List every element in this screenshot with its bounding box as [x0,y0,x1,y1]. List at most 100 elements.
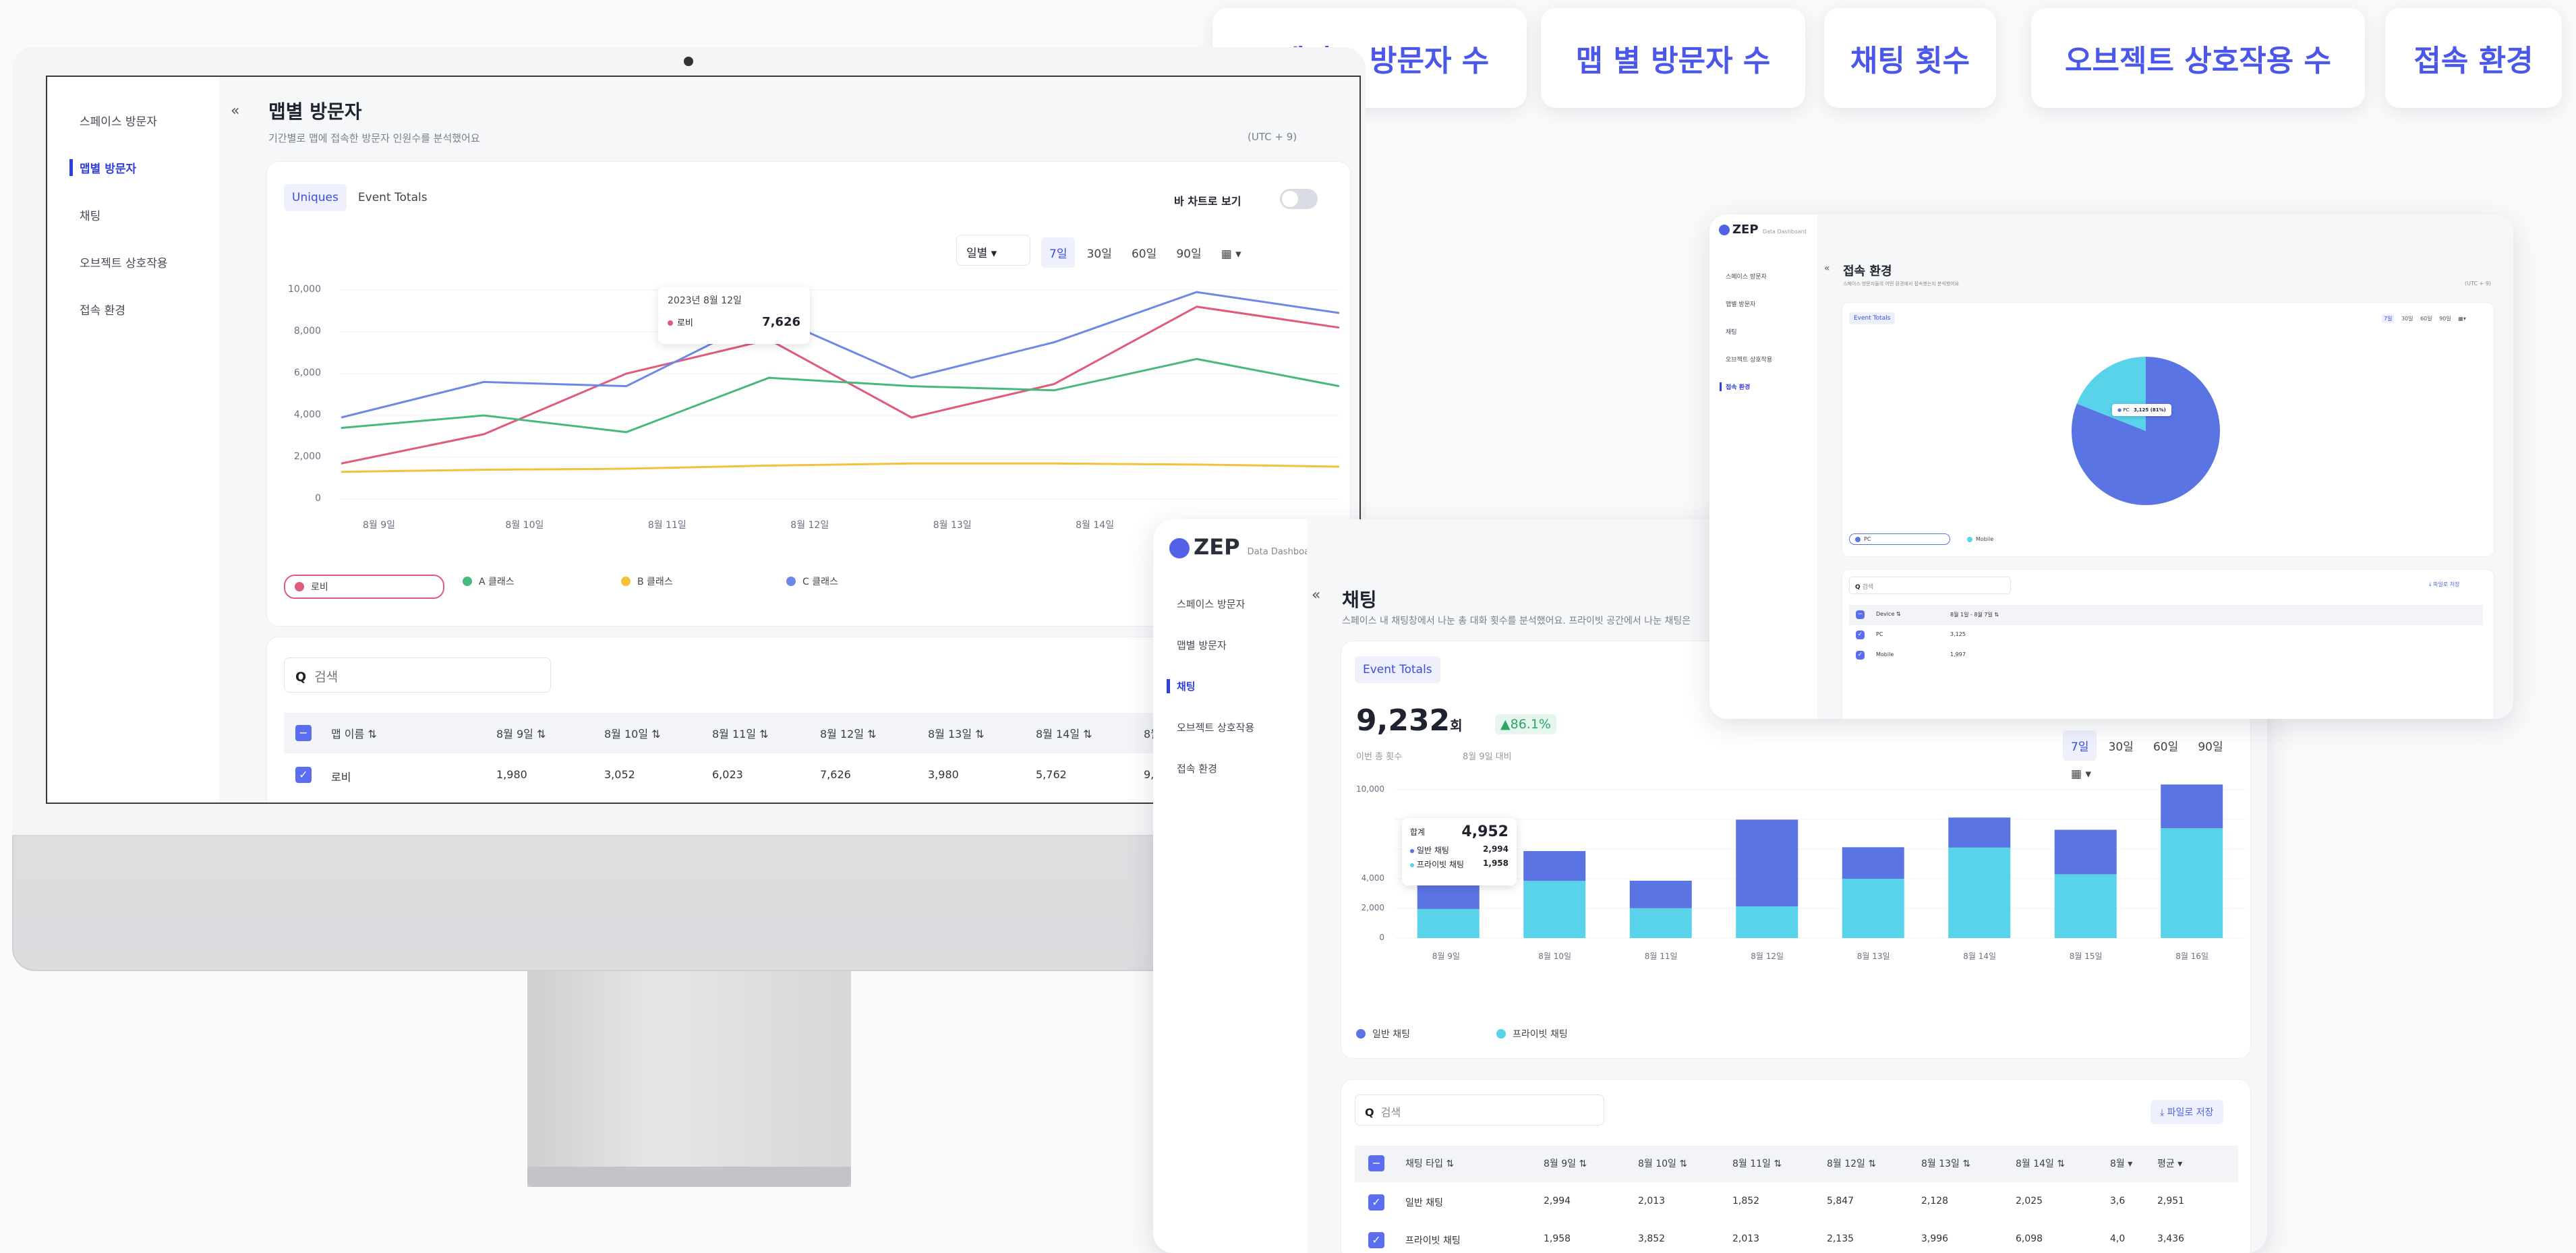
range-tabs[interactable]: 7일 30일 60일 90일 ▦▾ [2382,314,2466,323]
sidebar-item-chat[interactable]: 채팅 [1726,327,1772,336]
search-input[interactable]: Q 검색 [1355,1095,1604,1126]
select-all-checkbox[interactable]: − [295,725,312,741]
legend-general-chat[interactable]: 일반 채팅 [1356,1027,1410,1041]
collapse-icon[interactable]: « [1312,587,1320,604]
legend-b-class[interactable]: B 클래스 [621,575,673,588]
search-input[interactable]: Q 검색 [1849,577,2011,594]
bar-general [2161,784,2223,829]
timezone-label: (UTC + 9) [1248,131,1297,143]
x-tick-label: 8월 12일 [790,520,829,531]
table-cell: 6,098 [2016,1233,2043,1244]
y-tick-label: 10,000 [288,284,321,295]
row-checkbox[interactable]: − [1856,610,1865,619]
legend-a-class[interactable]: A 클래스 [463,575,515,588]
tab-uniques[interactable]: Uniques [284,184,347,211]
tooltip-value: 7,626 [762,315,800,329]
column-header[interactable]: 8월 10일 ⇅ [1638,1157,1687,1170]
table-cell: 3,436 [2157,1233,2185,1244]
column-header[interactable]: 맵 이름 ⇅ [331,725,377,741]
legend-dot [295,582,304,591]
row-checkbox[interactable]: ✓ [1368,1194,1384,1211]
table-cell: 5,762 [1036,768,1067,781]
row-checkbox[interactable]: ✓ [295,767,312,783]
sidebar-item-object-interaction[interactable]: 오브젝트 상호작용 [1726,355,1772,363]
range-60d[interactable]: 60일 [1123,237,1165,268]
table-cell: 프라이빗 채팅 [1405,1235,1461,1246]
range-30d[interactable]: 30일 [1079,237,1120,268]
env-subtitle: 스페이스 방문자들의 어떤 환경에서 접속했는지 분석했어요 [1843,281,1960,287]
sidebar-item-map-visitors[interactable]: 맵별 방문자 [1177,638,1254,652]
sidebar-item-access-env[interactable]: 접속 환경 [1177,761,1254,776]
series-line-1 [341,357,1340,434]
sidebar-item-map-visitors[interactable]: 맵별 방문자 [1726,299,1772,308]
zep-logo: ZEP Data Dashboard [1719,223,1807,237]
pill-map-visitors[interactable]: 맵 별 방문자 수 [1541,8,1805,108]
collapse-icon[interactable]: « [1824,263,1830,274]
column-header[interactable]: 8월 9일 ⇅ [1544,1157,1587,1170]
chart-tooltip: 2023년 8월 12일 로비 7,626 [658,287,810,344]
tooltip-series: 로비 [677,318,693,328]
column-header[interactable]: 채팅 타입 ⇅ [1405,1157,1454,1170]
row-checkbox[interactable]: ✓ [1856,631,1865,639]
column-header[interactable]: 8월 10일 ⇅ [604,725,661,741]
sidebar-item-chat[interactable]: 채팅 [1167,679,1254,693]
pill-chat-count[interactable]: 채팅 횟수 [1824,8,1996,108]
select-all-checkbox[interactable]: − [1368,1155,1384,1171]
pill-access-env[interactable]: 접속 환경 [2385,8,2562,108]
tab-event-totals[interactable]: Event Totals [1355,656,1440,683]
legend-private-chat[interactable]: 프라이빗 채팅 [1496,1027,1568,1041]
bar-chart-toggle[interactable] [1280,189,1318,209]
download-button[interactable]: ⤓ 파일로 저장 [2150,1100,2223,1124]
column-header[interactable]: 8월 14일 ⇅ [2016,1157,2065,1170]
pill-object-interactions[interactable]: 오브젝트 상호작용 수 [2031,8,2365,108]
sidebar-item-access-env[interactable]: 접속 환경 [1720,382,1772,391]
column-header[interactable]: 8월 9일 ⇅ [496,725,546,741]
row-checkbox[interactable]: ✓ [1368,1232,1384,1248]
legend-mobile[interactable]: Mobile [1967,536,1993,542]
table-cell: 2,135 [1827,1233,1854,1244]
tab-event-totals[interactable]: Event Totals [350,184,436,211]
range-7d[interactable]: 7일 [2063,730,2097,761]
table-cell: 8월 1일 - 8월 7일 ⇅ [1950,612,1999,618]
bar-general [2054,829,2117,875]
row-checkbox[interactable]: ✓ [1856,651,1865,660]
range-7d[interactable]: 7일 [1041,237,1076,268]
bar-private [1842,879,1904,938]
bar-private [1417,908,1480,938]
column-header[interactable]: 평균 ▾ [2157,1157,2182,1170]
period-select[interactable]: 일별 ▾ [956,235,1030,266]
range-90d[interactable]: 90일 [2190,730,2231,761]
search-input[interactable]: Q 검색 [284,658,551,693]
column-header[interactable]: 8월 11일 ⇅ [1732,1157,1782,1170]
bar-private [1736,906,1798,938]
y-tick-label: 4,000 [1361,873,1384,883]
sidebar-item-space-visitors[interactable]: 스페이스 방문자 [1177,597,1254,611]
column-header[interactable]: 8월 12일 ⇅ [1827,1157,1876,1170]
legend-lobby[interactable]: 로비 [284,575,444,599]
sidebar-item-object-interaction[interactable]: 오브젝트 상호작용 [1177,720,1254,734]
y-tick-label: 2,000 [293,451,321,462]
tab-event-totals[interactable]: Event Totals [1849,312,1896,324]
collapse-icon[interactable]: « [231,103,239,119]
range-30d[interactable]: 30일 [2101,730,2142,761]
legend-c-class[interactable]: C 클래스 [786,575,838,588]
sidebar-item-space-visitors[interactable]: 스페이스 방문자 [1726,272,1772,281]
chat-subtitle: 스페이스 내 채팅창에서 나눈 총 대화 횟수를 분석했어요. 프라이빗 공간에… [1342,616,1691,626]
column-header[interactable]: 8월 ▾ [2110,1157,2132,1170]
pie-chart [2072,357,2220,505]
column-header[interactable]: 8월 14일 ⇅ [1036,725,1092,741]
table-cell: 7,626 [820,768,851,781]
chat-delta-badge: ▲86.1% [1495,714,1556,734]
y-tick-label: 0 [1379,933,1384,942]
range-90d[interactable]: 90일 [1168,237,1209,268]
calendar-icon[interactable]: ▦ ▾ [1213,241,1250,268]
column-header[interactable]: 8월 13일 ⇅ [1921,1157,1970,1170]
column-header[interactable]: 8월 11일 ⇅ [712,725,769,741]
column-header[interactable]: 8월 12일 ⇅ [820,725,877,741]
range-60d[interactable]: 60일 [2145,730,2186,761]
legend-pc[interactable]: PC [1849,533,1950,545]
column-header[interactable]: 8월 13일 ⇅ [928,725,985,741]
x-tick-label: 8월 16일 [2175,952,2209,961]
table-cell: 4,0 [2110,1233,2126,1244]
download-button[interactable]: ⤓ 파일로 저장 [2429,581,2459,588]
